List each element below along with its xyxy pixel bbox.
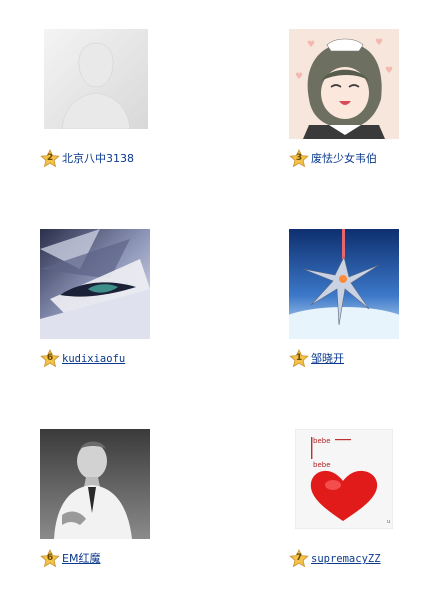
level-number: 7 bbox=[295, 553, 303, 563]
friend-card-3: 6 kudixiaofu bbox=[40, 229, 200, 389]
avatar-anime-eye[interactable] bbox=[40, 229, 150, 339]
avatar-red-heart[interactable]: bebe bebe u bbox=[295, 429, 393, 529]
level-badge: 7 bbox=[289, 549, 309, 569]
level-number: 6 bbox=[46, 553, 54, 563]
level-badge: 1 bbox=[289, 349, 309, 369]
level-badge: 6 bbox=[40, 549, 60, 569]
svg-text:bebe: bebe bbox=[313, 437, 331, 445]
friend-name-link[interactable]: kudixiaofu bbox=[62, 352, 125, 366]
friend-card-5: 6 EM红魔 bbox=[40, 429, 200, 589]
friend-name-link[interactable]: 邹晓开 bbox=[311, 352, 344, 366]
avatar-man-photo[interactable] bbox=[40, 429, 150, 539]
friend-card-4: 1 邹晓开 bbox=[289, 229, 424, 389]
level-number: 3 bbox=[295, 153, 303, 163]
friend-card-6: bebe bebe u 7 supremacyZZ bbox=[289, 429, 424, 589]
svg-text:u: u bbox=[387, 519, 390, 525]
silhouette-icon bbox=[44, 29, 148, 129]
friend-name-link[interactable]: 废怯少女韦伯 bbox=[311, 152, 377, 166]
avatar-mecha[interactable] bbox=[289, 229, 399, 339]
avatar-image bbox=[40, 429, 150, 539]
avatar-image bbox=[40, 229, 150, 339]
svg-text:♥: ♥ bbox=[307, 40, 315, 50]
friend-name-link[interactable]: EM红魔 bbox=[62, 552, 100, 566]
friend-card-2: ♥ ♥ ♥ ♥ 3 废怯少女韦伯 bbox=[289, 29, 424, 189]
level-badge: 6 bbox=[40, 349, 60, 369]
avatar-image: ♥ ♥ ♥ ♥ bbox=[289, 29, 399, 139]
avatar-image: bebe bebe u bbox=[295, 429, 393, 529]
level-badge: 3 bbox=[289, 149, 309, 169]
svg-text:bebe: bebe bbox=[313, 461, 331, 469]
svg-text:♥: ♥ bbox=[295, 72, 303, 82]
avatar-default-silhouette[interactable] bbox=[44, 29, 148, 129]
svg-text:♥: ♥ bbox=[385, 66, 393, 76]
friend-name-link[interactable]: supremacyZZ bbox=[311, 552, 381, 566]
avatar-anime-maid[interactable]: ♥ ♥ ♥ ♥ bbox=[289, 29, 399, 139]
level-number: 2 bbox=[46, 153, 54, 163]
avatar-image bbox=[289, 229, 399, 339]
level-number: 6 bbox=[46, 353, 54, 363]
friend-card-1: 2 北京八中3138 bbox=[40, 29, 200, 189]
friend-name-link[interactable]: 北京八中3138 bbox=[62, 152, 134, 166]
level-badge: 2 bbox=[40, 149, 60, 169]
level-number: 1 bbox=[295, 353, 303, 363]
svg-text:♥: ♥ bbox=[375, 38, 383, 48]
